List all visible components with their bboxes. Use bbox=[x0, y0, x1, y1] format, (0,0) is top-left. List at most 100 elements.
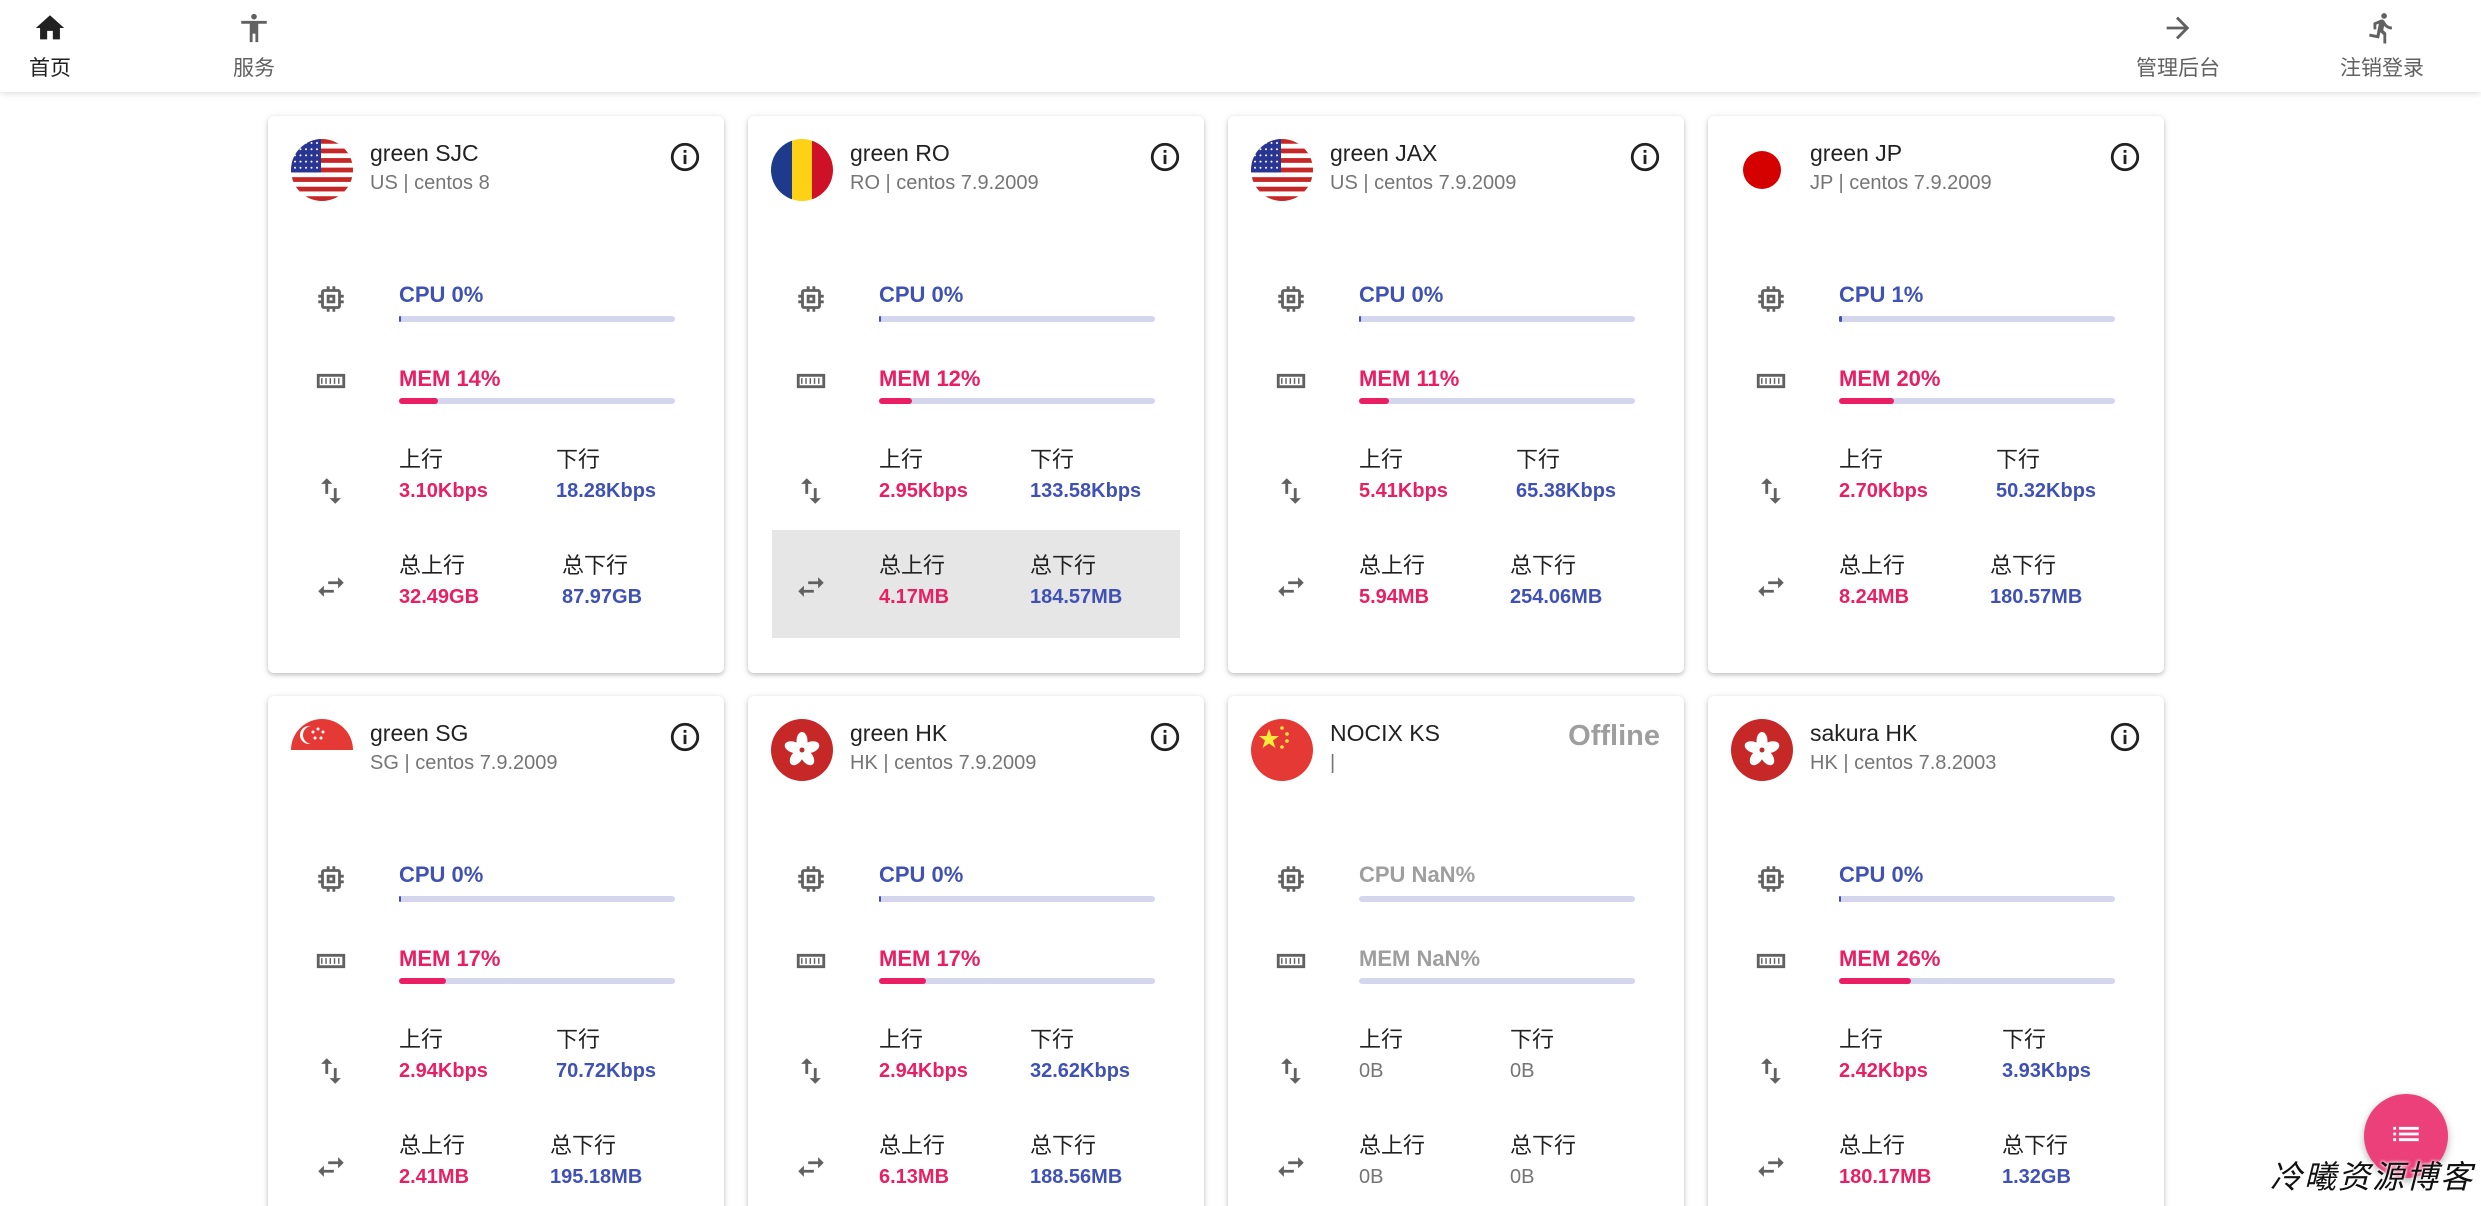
upload-speed: 2.42Kbps bbox=[1839, 1060, 1928, 1082]
server-card: NOCIX KS | Offline CPU NaN% MEM NaN% 上行 0B 下行 0B… bbox=[1228, 696, 1684, 1206]
mem-label: MEM 20% bbox=[1839, 366, 1941, 391]
info-icon[interactable] bbox=[668, 720, 702, 754]
mem-label: MEM 14% bbox=[399, 366, 501, 391]
mem-label: MEM 11% bbox=[1359, 366, 1460, 391]
run-icon bbox=[2365, 11, 2399, 50]
cpu-label: CPU 0% bbox=[399, 862, 484, 887]
speed-block: 上行 2.95Kbps 下行 133.58Kbps bbox=[748, 436, 1204, 544]
home-icon bbox=[33, 11, 67, 50]
traffic-block: 总上行 5.94MB 总下行 254.06MB bbox=[1228, 530, 1684, 638]
download-speed: 70.72Kbps bbox=[556, 1060, 657, 1082]
swap-vert-icon bbox=[314, 474, 348, 508]
server-card: green SG SG | centos 7.9.2009 CPU 0% MEM 17… bbox=[268, 696, 724, 1206]
offline-badge: Offline bbox=[1568, 720, 1660, 752]
nav-services-label: 服务 bbox=[233, 55, 275, 80]
info-icon[interactable] bbox=[668, 140, 702, 174]
cpu-progress-track bbox=[879, 896, 1155, 902]
total-upload-title: 总上行 bbox=[879, 554, 946, 579]
server-os: JP | centos 7.9.2009 bbox=[1810, 172, 1992, 194]
total-upload-title: 总上行 bbox=[399, 1134, 466, 1159]
download-speed: 32.62Kbps bbox=[1030, 1060, 1131, 1082]
swap-vert-icon bbox=[794, 474, 828, 508]
total-upload-title: 总上行 bbox=[1359, 554, 1426, 579]
swap-vert-icon bbox=[794, 1054, 828, 1088]
cpu-icon bbox=[314, 862, 348, 896]
cpu-label: CPU 0% bbox=[879, 282, 964, 307]
swap-vert-icon bbox=[314, 1054, 348, 1088]
memory-icon bbox=[794, 944, 828, 978]
server-name: NOCIX KS bbox=[1330, 720, 1440, 746]
swap-horiz-icon bbox=[1754, 1150, 1788, 1184]
total-upload: 6.13MB bbox=[879, 1166, 950, 1188]
total-download: 0B bbox=[1510, 1166, 1535, 1188]
server-name: green RO bbox=[850, 140, 950, 166]
nav-home[interactable]: 首页 bbox=[0, 0, 120, 92]
total-upload-title: 总上行 bbox=[1839, 1134, 1906, 1159]
swap-vert-icon bbox=[1274, 1054, 1308, 1088]
download-speed: 50.32Kbps bbox=[1996, 480, 2097, 502]
nav-admin[interactable]: 管理后台 bbox=[2108, 0, 2248, 92]
swap-horiz-icon bbox=[794, 1150, 828, 1184]
cpu-icon bbox=[1274, 282, 1308, 316]
info-icon[interactable] bbox=[1148, 140, 1182, 174]
speed-block: 上行 5.41Kbps 下行 65.38Kbps bbox=[1228, 436, 1684, 544]
cpu-progress-track bbox=[1839, 896, 2115, 902]
total-download: 188.56MB bbox=[1030, 1166, 1123, 1188]
mem-progress-fill bbox=[879, 978, 926, 984]
total-upload: 5.94MB bbox=[1359, 586, 1430, 608]
total-download-title: 总下行 bbox=[550, 1134, 617, 1159]
speed-block: 上行 2.94Kbps 下行 32.62Kbps bbox=[748, 1016, 1204, 1124]
sg-flag-icon bbox=[291, 719, 353, 781]
server-card: green HK HK | centos 7.9.2009 CPU 0% MEM 17… bbox=[748, 696, 1204, 1206]
cpu-progress-fill bbox=[399, 896, 401, 902]
info-icon[interactable] bbox=[1628, 140, 1662, 174]
total-upload-title: 总上行 bbox=[1359, 1134, 1426, 1159]
nav-home-label: 首页 bbox=[29, 55, 71, 80]
server-card: sakura HK HK | centos 7.8.2003 CPU 0% MEM 2… bbox=[1708, 696, 2164, 1206]
nav-services[interactable]: 服务 bbox=[184, 0, 324, 92]
total-download-title: 总下行 bbox=[1510, 554, 1577, 579]
swap-vert-icon bbox=[1754, 1054, 1788, 1088]
total-upload: 180.17MB bbox=[1839, 1166, 1932, 1188]
cpu-icon bbox=[794, 282, 828, 316]
info-icon[interactable] bbox=[2108, 720, 2142, 754]
download-speed: 3.93Kbps bbox=[2002, 1060, 2091, 1082]
cn-flag-icon bbox=[1251, 719, 1313, 781]
mem-progress-fill bbox=[1359, 398, 1390, 404]
swap-horiz-icon bbox=[314, 1150, 348, 1184]
cpu-label: CPU 0% bbox=[399, 282, 484, 307]
info-icon[interactable] bbox=[2108, 140, 2142, 174]
mem-label: MEM 26% bbox=[1839, 946, 1941, 971]
total-download-title: 总下行 bbox=[2002, 1134, 2069, 1159]
mem-progress-fill bbox=[1839, 978, 1911, 984]
server-name: green JAX bbox=[1330, 140, 1438, 166]
server-os: HK | centos 7.8.2003 bbox=[1810, 752, 1997, 774]
swap-horiz-icon bbox=[1274, 1150, 1308, 1184]
upload-title: 上行 bbox=[1359, 448, 1404, 473]
server-name: sakura HK bbox=[1810, 720, 1918, 746]
cpu-progress-track bbox=[1359, 316, 1635, 322]
mem-progress-track bbox=[879, 398, 1155, 404]
nav-logout[interactable]: 注销登录 bbox=[2312, 0, 2452, 92]
mem-label: MEM 17% bbox=[879, 946, 981, 971]
info-icon[interactable] bbox=[1148, 720, 1182, 754]
download-speed: 133.58Kbps bbox=[1030, 480, 1142, 502]
cpu-progress-fill bbox=[1359, 316, 1361, 322]
mem-progress-fill bbox=[399, 978, 446, 984]
total-download-title: 总下行 bbox=[1030, 554, 1097, 579]
cpu-icon bbox=[1754, 282, 1788, 316]
cpu-progress-fill bbox=[399, 316, 401, 322]
download-speed: 0B bbox=[1510, 1060, 1535, 1082]
speed-block: 上行 3.10Kbps 下行 18.28Kbps bbox=[268, 436, 724, 544]
traffic-block: 总上行 2.41MB 总下行 195.18MB bbox=[268, 1110, 724, 1206]
server-name: green JP bbox=[1810, 140, 1903, 166]
download-title: 下行 bbox=[1996, 448, 2041, 473]
accessibility-icon bbox=[237, 11, 271, 50]
traffic-block: 总上行 8.24MB 总下行 180.57MB bbox=[1708, 530, 2164, 638]
traffic-block: 总上行 180.17MB 总下行 1.32GB bbox=[1708, 1110, 2164, 1206]
upload-title: 上行 bbox=[1839, 1028, 1884, 1053]
upload-speed: 3.10Kbps bbox=[399, 480, 488, 502]
traffic-block: 总上行 0B 总下行 0B bbox=[1228, 1110, 1684, 1206]
mem-label: MEM 12% bbox=[879, 366, 981, 391]
upload-title: 上行 bbox=[1359, 1028, 1404, 1053]
